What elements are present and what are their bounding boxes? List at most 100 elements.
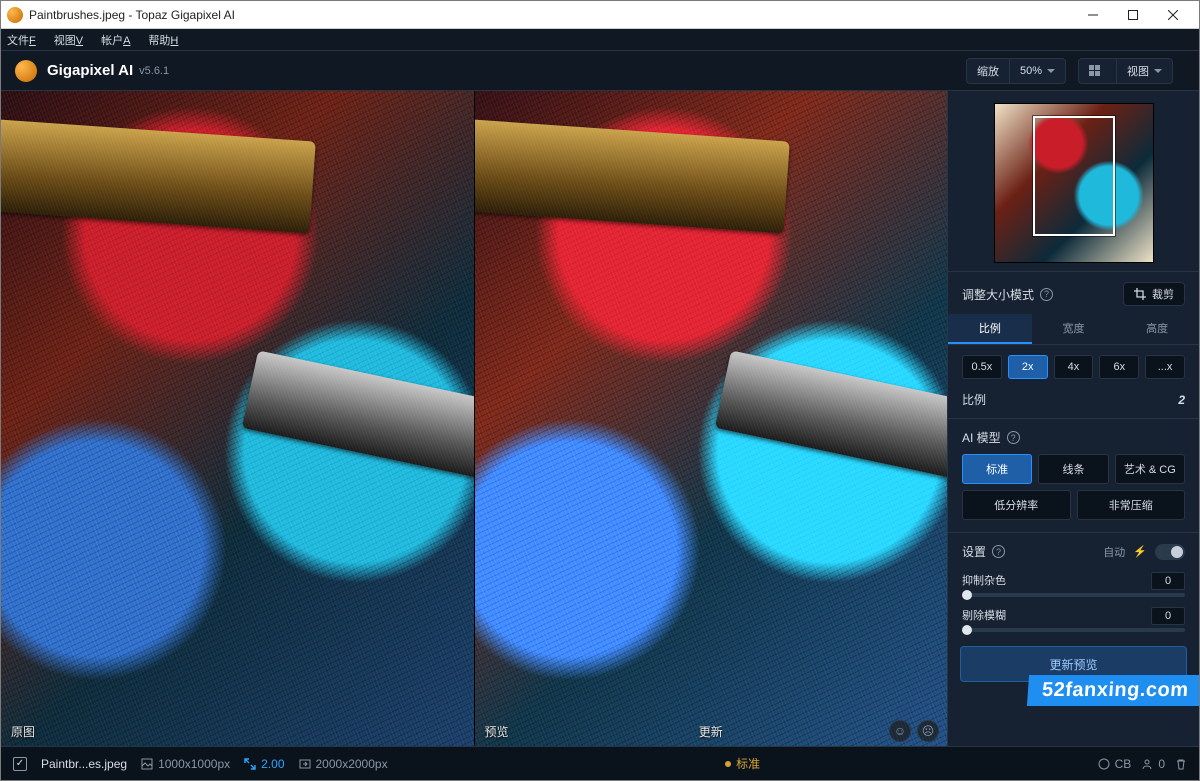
noise-slider-value[interactable]: 0 [1151, 572, 1185, 590]
chevron-down-icon [1047, 69, 1055, 73]
scale-row-label: 比例 [962, 391, 986, 408]
status-bar: ✓ Paintbr...es.jpeg 1000x1000px 2.00 200… [1, 746, 1199, 780]
status-cb: CB [1098, 757, 1132, 771]
original-pane[interactable]: 原图 [1, 91, 475, 746]
model-art-cg[interactable]: 艺术 & CG [1115, 454, 1185, 484]
resize-mode-label: 调整大小模式? [962, 286, 1053, 303]
app-name: Gigapixel AI [47, 62, 133, 79]
file-checkbox[interactable]: ✓ [13, 757, 27, 771]
blur-slider-label: 剔除模糊 [962, 607, 1006, 625]
auto-label: 自动 [1103, 544, 1125, 560]
window-maximize-button[interactable] [1113, 1, 1153, 29]
settings-panel: 调整大小模式? 裁剪 比例 宽度 高度 0.5x 2x 4x 6x ... [947, 91, 1199, 746]
noise-slider: 抑制杂色 0 [948, 566, 1199, 601]
app-icon [7, 7, 23, 23]
scale-buttons: 0.5x 2x 4x 6x ...x [962, 355, 1185, 379]
menu-view[interactable]: 视图V [54, 32, 83, 48]
expand-icon [244, 758, 256, 770]
feedback-sad-button[interactable]: ☹ [917, 720, 939, 742]
preview-label: 预览 [485, 723, 509, 740]
status-output-dims: 2000x2000px [299, 757, 388, 771]
window-title: Paintbrushes.jpeg - Topaz Gigapixel AI [29, 8, 1073, 22]
menu-bar: 文件F 视图V 帐户A 帮助H [1, 29, 1199, 51]
ai-model-label: AI 模型? [962, 429, 1020, 446]
blur-slider: 剔除模糊 0 [948, 601, 1199, 636]
model-row-2: 低分辨率 非常压缩 [962, 490, 1185, 520]
settings-section: 设置? 自动 ⚡ [948, 532, 1199, 566]
preview-pane[interactable]: 预览 更新 ☺ ☹ [475, 91, 948, 746]
crop-button[interactable]: 裁剪 [1123, 282, 1185, 306]
tab-width[interactable]: 宽度 [1032, 314, 1116, 344]
scale-6x[interactable]: 6x [1099, 355, 1139, 379]
work-area: 原图 预览 更新 ☺ ☹ [1, 91, 1199, 746]
app-header: Gigapixel AI v5.6.1 缩放 50% 视图 [1, 51, 1199, 91]
auto-toggle[interactable] [1155, 544, 1185, 560]
blur-slider-track[interactable] [962, 628, 1185, 632]
status-people: 0 [1141, 757, 1165, 771]
tab-height[interactable]: 高度 [1115, 314, 1199, 344]
menu-help[interactable]: 帮助H [148, 32, 178, 48]
dot-icon [725, 761, 731, 767]
slider-thumb[interactable] [962, 625, 972, 635]
zoom-label: 缩放 [967, 59, 1009, 83]
update-label[interactable]: 更新 [699, 723, 723, 740]
model-lines[interactable]: 线条 [1038, 454, 1108, 484]
model-row-1: 标准 线条 艺术 & CG [962, 454, 1185, 484]
status-center: 标准 [402, 755, 1084, 772]
help-icon[interactable]: ? [992, 545, 1005, 558]
zoom-value[interactable]: 50% [1009, 59, 1065, 83]
status-right: CB 0 [1098, 757, 1187, 771]
window-minimize-button[interactable] [1073, 1, 1113, 29]
model-lowres[interactable]: 低分辨率 [962, 490, 1071, 520]
brush-ferrule [475, 119, 790, 234]
app-window: Paintbrushes.jpeg - Topaz Gigapixel AI 文… [0, 0, 1200, 781]
status-scale: 2.00 [244, 757, 284, 771]
trash-icon[interactable] [1175, 758, 1187, 770]
resize-mode-section: 调整大小模式? 裁剪 比例 宽度 高度 0.5x 2x 4x 6x ... [948, 271, 1199, 418]
noise-slider-label: 抑制杂色 [962, 572, 1006, 590]
feedback-happy-button[interactable]: ☺ [889, 720, 911, 742]
compare-panes[interactable]: 原图 预览 更新 ☺ ☹ [1, 91, 947, 746]
image-viewer: 原图 预览 更新 ☺ ☹ [1, 91, 947, 746]
window-titlebar: Paintbrushes.jpeg - Topaz Gigapixel AI [1, 1, 1199, 29]
scale-05x[interactable]: 0.5x [962, 355, 1002, 379]
brush-ferrule [242, 351, 475, 487]
palette-icon [1098, 758, 1110, 770]
model-standard[interactable]: 标准 [962, 454, 1032, 484]
app-version: v5.6.1 [139, 65, 169, 77]
status-filename[interactable]: Paintbr...es.jpeg [41, 757, 127, 771]
scale-4x[interactable]: 4x [1054, 355, 1094, 379]
window-close-button[interactable] [1153, 1, 1193, 29]
model-compressed[interactable]: 非常压缩 [1077, 490, 1186, 520]
arrow-right-icon [299, 758, 311, 770]
zoom-control[interactable]: 缩放 50% [966, 58, 1066, 84]
status-model: 标准 [725, 755, 760, 772]
slider-thumb[interactable] [962, 590, 972, 600]
menu-account[interactable]: 帐户A [101, 32, 130, 48]
app-logo [15, 60, 37, 82]
navigator-viewport[interactable] [1033, 116, 1115, 236]
scale-2x[interactable]: 2x [1008, 355, 1048, 379]
feedback-buttons: ☺ ☹ [889, 720, 939, 742]
brush-ferrule [1, 119, 316, 234]
settings-label: 设置? [962, 543, 1005, 560]
blur-slider-value[interactable]: 0 [1151, 607, 1185, 625]
help-icon[interactable]: ? [1007, 431, 1020, 444]
noise-slider-track[interactable] [962, 593, 1185, 597]
scale-custom[interactable]: ...x [1145, 355, 1185, 379]
image-icon [141, 758, 153, 770]
status-input-dims: 1000x1000px [141, 757, 230, 771]
menu-file[interactable]: 文件F [7, 32, 36, 48]
resize-mode-tabs: 比例 宽度 高度 [948, 314, 1199, 345]
view-grid-icon [1079, 59, 1116, 83]
ai-model-section: AI 模型? 标准 线条 艺术 & CG 低分辨率 非常压缩 [948, 418, 1199, 532]
crop-icon [1134, 288, 1146, 300]
view-label[interactable]: 视图 [1116, 59, 1172, 83]
help-icon[interactable]: ? [1040, 288, 1053, 301]
navigator-thumbnail[interactable] [994, 103, 1154, 263]
brush-ferrule [715, 351, 947, 487]
scale-value-row: 比例 2 [962, 389, 1185, 412]
watermark: 52fanxing.com [1027, 675, 1199, 706]
view-mode-control[interactable]: 视图 [1078, 58, 1173, 84]
tab-ratio[interactable]: 比例 [948, 314, 1032, 344]
